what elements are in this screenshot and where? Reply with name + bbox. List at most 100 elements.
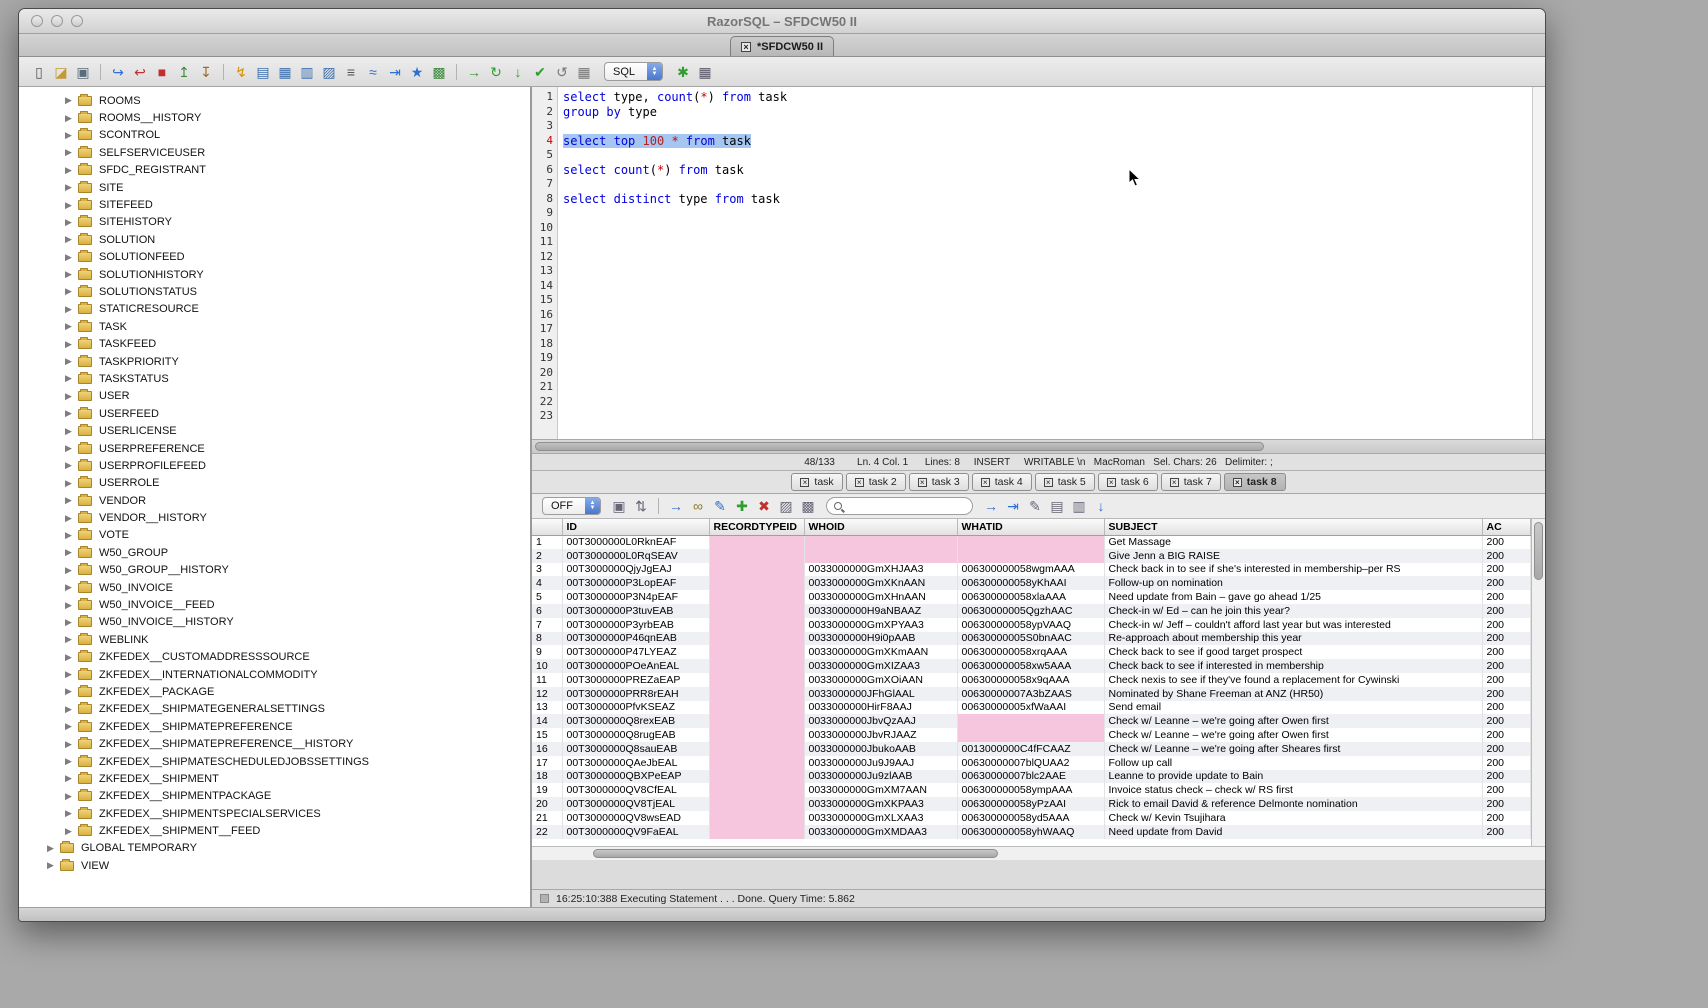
- disclosure-triangle-icon[interactable]: ▶: [65, 773, 78, 784]
- disclosure-triangle-icon[interactable]: ▶: [65, 234, 78, 245]
- disclosure-triangle-icon[interactable]: ▶: [65, 652, 78, 663]
- reexecute-icon[interactable]: ↻: [486, 62, 506, 82]
- minimize-button[interactable]: [51, 15, 63, 27]
- tree-item-zkfedex-shipmentspecialservices[interactable]: ▶ZKFEDEX__SHIPMENTSPECIALSERVICES: [19, 805, 530, 822]
- table-cell[interactable]: 00T3000000P3N4pEAF: [562, 590, 709, 604]
- sort-results-icon[interactable]: ⇅: [631, 496, 651, 516]
- grid-icon[interactable]: ▦: [695, 62, 715, 82]
- table-cell[interactable]: Need update from David: [1104, 825, 1482, 839]
- disclosure-triangle-icon[interactable]: ▶: [65, 443, 78, 454]
- tree-item-w50-invoice-history[interactable]: ▶W50_INVOICE__HISTORY: [19, 614, 530, 631]
- disclosure-triangle-icon[interactable]: ▶: [65, 565, 78, 576]
- table-cell[interactable]: Check-in w/ Jeff – couldn't afford last …: [1104, 618, 1482, 632]
- table-cell[interactable]: 200: [1482, 604, 1531, 618]
- table-cell[interactable]: 00T3000000L0RknEAF: [562, 535, 709, 549]
- table-cell[interactable]: [957, 549, 1104, 563]
- disclosure-triangle-icon[interactable]: ▶: [47, 860, 60, 871]
- table-cell[interactable]: 200: [1482, 549, 1531, 563]
- table-cell[interactable]: 00630000005xfWaAAI: [957, 701, 1104, 715]
- results-tab-task-3[interactable]: ×task 3: [909, 473, 969, 491]
- tree-item-vote[interactable]: ▶VOTE: [19, 527, 530, 544]
- tree-item-staticresource[interactable]: ▶STATICRESOURCE: [19, 301, 530, 318]
- close-tab-icon[interactable]: ×: [1233, 478, 1242, 487]
- table-row[interactable]: 1900T3000000QV8CfEAL0033000000GmXM7AAN00…: [532, 783, 1531, 797]
- row-number[interactable]: 8: [532, 632, 562, 646]
- stop-icon[interactable]: ■: [152, 62, 172, 82]
- tree-item-weblink[interactable]: ▶WEBLINK: [19, 631, 530, 648]
- table-cell[interactable]: 200: [1482, 797, 1531, 811]
- column-header-whatid[interactable]: WHATID: [957, 519, 1104, 535]
- row-number[interactable]: 12: [532, 687, 562, 701]
- delete-row-icon[interactable]: ✖: [754, 496, 774, 516]
- results-tab-task-7[interactable]: ×task 7: [1161, 473, 1221, 491]
- table-cell[interactable]: 00630000007A3bZAAS: [957, 687, 1104, 701]
- table-cell[interactable]: [709, 783, 804, 797]
- edit-table-icon[interactable]: ▤: [253, 62, 273, 82]
- table-cell[interactable]: 200: [1482, 742, 1531, 756]
- disclosure-triangle-icon[interactable]: ▶: [65, 582, 78, 593]
- table-cell[interactable]: 00630000005QgzhAAC: [957, 604, 1104, 618]
- copy-table-icon[interactable]: ▨: [319, 62, 339, 82]
- search-tables-icon[interactable]: ▩: [429, 62, 449, 82]
- table-cell[interactable]: 00T3000000PREZaEAP: [562, 673, 709, 687]
- table-cell[interactable]: 006300000058yKhAAI: [957, 576, 1104, 590]
- sql-code-area[interactable]: select type, count(*) from taskgroup by …: [558, 87, 1532, 439]
- table-row[interactable]: 1400T3000000Q8rexEAB0033000000JbvQzAAJCh…: [532, 714, 1531, 728]
- tree-item-zkfedex-shipmatepreference-history[interactable]: ▶ZKFEDEX__SHIPMATEPREFERENCE__HISTORY: [19, 735, 530, 752]
- table-cell[interactable]: 00630000007blQUAA2: [957, 756, 1104, 770]
- tree-item-zkfedex-internationalcommodity[interactable]: ▶ZKFEDEX__INTERNATIONALCOMMODITY: [19, 666, 530, 683]
- execute-icon[interactable]: ↯: [231, 62, 251, 82]
- table-cell[interactable]: 200: [1482, 687, 1531, 701]
- table-row[interactable]: 1500T3000000Q8rugEAB0033000000JbvRJAAZCh…: [532, 728, 1531, 742]
- row-number[interactable]: 19: [532, 783, 562, 797]
- table-cell[interactable]: 006300000058yd5AAA: [957, 811, 1104, 825]
- tree-item-zkfedex-customaddresssource[interactable]: ▶ZKFEDEX__CUSTOMADDRESSSOURCE: [19, 649, 530, 666]
- download-icon[interactable]: ↓: [1091, 496, 1111, 516]
- tree-item-site[interactable]: ▶SITE: [19, 179, 530, 196]
- disclosure-triangle-icon[interactable]: ▶: [65, 113, 78, 124]
- table-cell[interactable]: 0033000000H9aNBAAZ: [804, 604, 957, 618]
- column-header-id[interactable]: ID: [562, 519, 709, 535]
- row-number[interactable]: 17: [532, 756, 562, 770]
- table-cell[interactable]: Give Jenn a BIG RAISE: [1104, 549, 1482, 563]
- table-cell[interactable]: 0033000000GmXMDAA3: [804, 825, 957, 839]
- tree-item-w50-invoice-feed[interactable]: ▶W50_INVOICE__FEED: [19, 596, 530, 613]
- new-file-icon[interactable]: ▯: [29, 62, 49, 82]
- close-tab-icon[interactable]: ×: [918, 478, 927, 487]
- row-number[interactable]: 22: [532, 825, 562, 839]
- table-cell[interactable]: 006300000058x9qAAA: [957, 673, 1104, 687]
- table-cell[interactable]: Check-in w/ Ed – can he join this year?: [1104, 604, 1482, 618]
- table-cell[interactable]: [804, 549, 957, 563]
- disclosure-triangle-icon[interactable]: ▶: [65, 304, 78, 315]
- table-cell[interactable]: 00630000007blc2AAE: [957, 770, 1104, 784]
- table-row[interactable]: 1800T3000000QBXPeEAP0033000000Ju9zlAAB00…: [532, 770, 1531, 784]
- table-cell[interactable]: [709, 549, 804, 563]
- table-row[interactable]: 1300T3000000PfvKSEAZ0033000000HirF8AAJ00…: [532, 701, 1531, 715]
- table-cell[interactable]: Follow up call: [1104, 756, 1482, 770]
- table-cell[interactable]: [709, 673, 804, 687]
- tree-item-task[interactable]: ▶TASK: [19, 318, 530, 335]
- table-row[interactable]: 600T3000000P3tuvEAB0033000000H9aNBAAZ006…: [532, 604, 1531, 618]
- table-row[interactable]: 1700T3000000QAeJbEAL0033000000Ju9J9AAJ00…: [532, 756, 1531, 770]
- row-number[interactable]: 20: [532, 797, 562, 811]
- column-header-recordtypeid[interactable]: RECORDTYPEID: [709, 519, 804, 535]
- table-row[interactable]: 900T3000000P47LYEAZ0033000000GmXKmAAN006…: [532, 645, 1531, 659]
- table-cell[interactable]: 00T3000000Q8sauEAB: [562, 742, 709, 756]
- table-cell[interactable]: Invoice status check – check w/ RS first: [1104, 783, 1482, 797]
- disclosure-triangle-icon[interactable]: ▶: [65, 269, 78, 280]
- table-cell[interactable]: 00T3000000P3tuvEAB: [562, 604, 709, 618]
- disclosure-triangle-icon[interactable]: ▶: [65, 617, 78, 628]
- edit-results-icon[interactable]: ✎: [710, 496, 730, 516]
- table-cell[interactable]: Send email: [1104, 701, 1482, 715]
- tools-icon[interactable]: ✱: [673, 62, 693, 82]
- table-cell[interactable]: 0033000000GmXOiAAN: [804, 673, 957, 687]
- disclosure-triangle-icon[interactable]: ▶: [65, 252, 78, 263]
- table-cell[interactable]: 00T3000000QV8wsEAD: [562, 811, 709, 825]
- tree-item-zkfedex-shipmatescheduledjobssettings[interactable]: ▶ZKFEDEX__SHIPMATESCHEDULEDJOBSSETTINGS: [19, 753, 530, 770]
- close-tab-icon[interactable]: ×: [1044, 478, 1053, 487]
- table-cell[interactable]: Re-approach about membership this year: [1104, 632, 1482, 646]
- tree-item-userlicense[interactable]: ▶USERLICENSE: [19, 422, 530, 439]
- table-cell[interactable]: 006300000058xlaAAA: [957, 590, 1104, 604]
- sql-mode-select[interactable]: SQL ▲▼: [604, 62, 663, 81]
- table-cell[interactable]: 006300000058yhWAAQ: [957, 825, 1104, 839]
